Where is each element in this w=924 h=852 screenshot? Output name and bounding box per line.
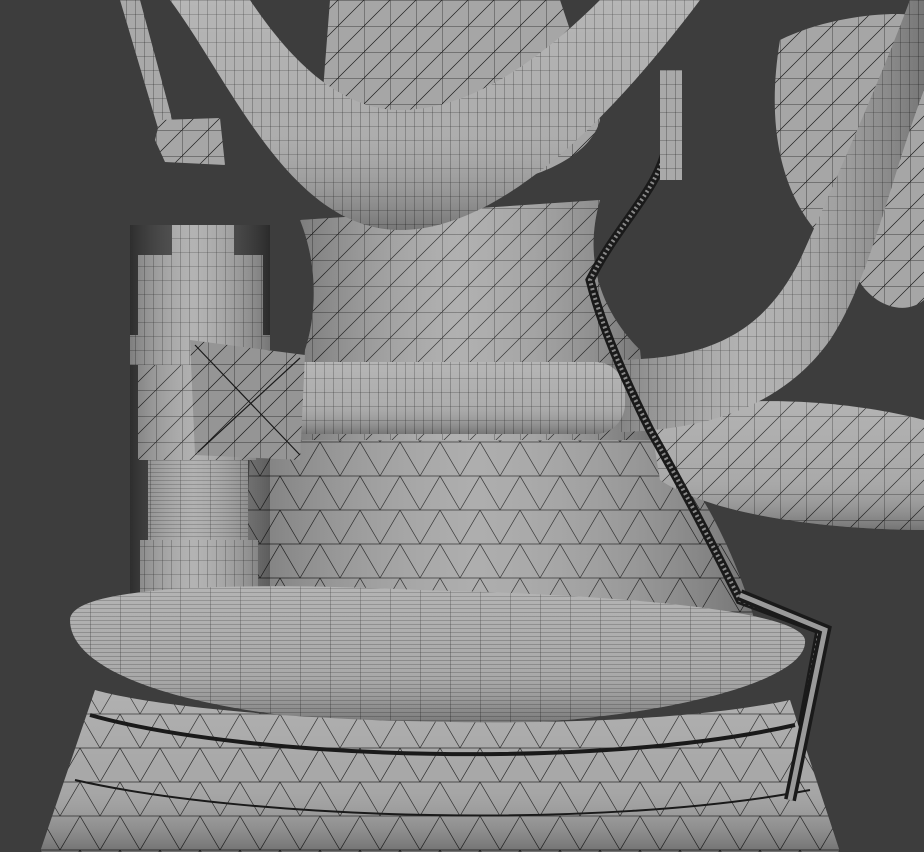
- vertical-rod: [660, 70, 682, 180]
- valve-flange-box[interactable]: [190, 340, 305, 460]
- wireframe-model-render[interactable]: [0, 0, 924, 852]
- 3d-viewport[interactable]: [0, 0, 924, 852]
- manifold-torus-ring[interactable]: [70, 586, 806, 726]
